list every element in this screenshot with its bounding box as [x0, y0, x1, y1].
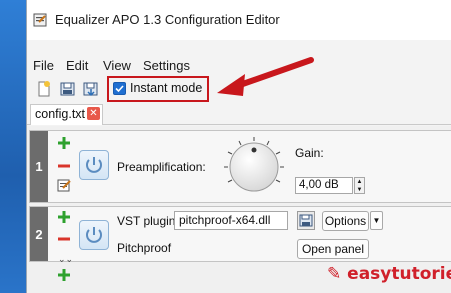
power-icon [86, 157, 102, 173]
checkmark-icon [115, 85, 124, 93]
filter-index: 1 [30, 131, 48, 202]
menu-file[interactable]: File [33, 58, 54, 73]
menu-edit[interactable]: Edit [66, 58, 88, 73]
vst-plugin-path-input[interactable]: pitchproof-x64.dll [174, 211, 288, 230]
chevron-down-icon[interactable]: ▼ [370, 211, 383, 230]
tab-config-label[interactable]: config.txt [35, 107, 85, 121]
instant-mode-checkbox[interactable] [113, 82, 126, 95]
plus-icon[interactable] [58, 269, 70, 281]
preamp-label: Preamplification: [117, 160, 206, 174]
instant-mode-label[interactable]: Instant mode [130, 81, 202, 95]
edit-icon[interactable] [57, 178, 71, 192]
window-title: Equalizer APO 1.3 Configuration Editor [55, 12, 280, 27]
watermark-icon: ✎ [327, 264, 342, 284]
plugin-name-label: Pitchproof [117, 241, 172, 255]
power-toggle[interactable] [79, 150, 109, 180]
gain-knob[interactable] [223, 136, 285, 198]
menu-settings[interactable]: Settings [143, 58, 190, 73]
menu-view[interactable]: View [103, 58, 131, 73]
watermark-logo: ✎ easytutoriel [327, 264, 451, 284]
plus-icon[interactable] [58, 211, 70, 223]
filter-index: 2 [30, 207, 48, 261]
power-icon [86, 227, 102, 243]
minus-icon[interactable] [58, 233, 70, 245]
app-window: Equalizer APO 1.3 Configuration Editor F… [26, 0, 451, 293]
desktop-wallpaper [0, 0, 26, 293]
app-icon [33, 13, 47, 27]
plus-icon[interactable] [58, 137, 70, 149]
red-arrow-annotation [217, 57, 314, 96]
open-icon[interactable] [59, 80, 77, 98]
vst-plugin-label: VST plugin: [117, 214, 179, 228]
save-icon[interactable] [297, 211, 315, 230]
expand-icon[interactable]: ⌄⌄ [58, 254, 73, 265]
gain-input[interactable]: 4,00 dB [295, 177, 353, 194]
options-button[interactable]: Options [322, 211, 369, 231]
minus-icon[interactable] [58, 160, 70, 172]
save-icon[interactable] [82, 80, 100, 98]
open-panel-button[interactable]: Open panel [297, 239, 369, 259]
power-toggle[interactable] [79, 220, 109, 250]
gain-label: Gain: [295, 146, 324, 160]
tab-close-icon[interactable]: ✕ [87, 107, 100, 120]
watermark-text: easytutoriel [347, 264, 451, 284]
new-file-icon[interactable] [35, 80, 53, 98]
gain-spinner[interactable]: ▲ ▼ [354, 177, 365, 194]
